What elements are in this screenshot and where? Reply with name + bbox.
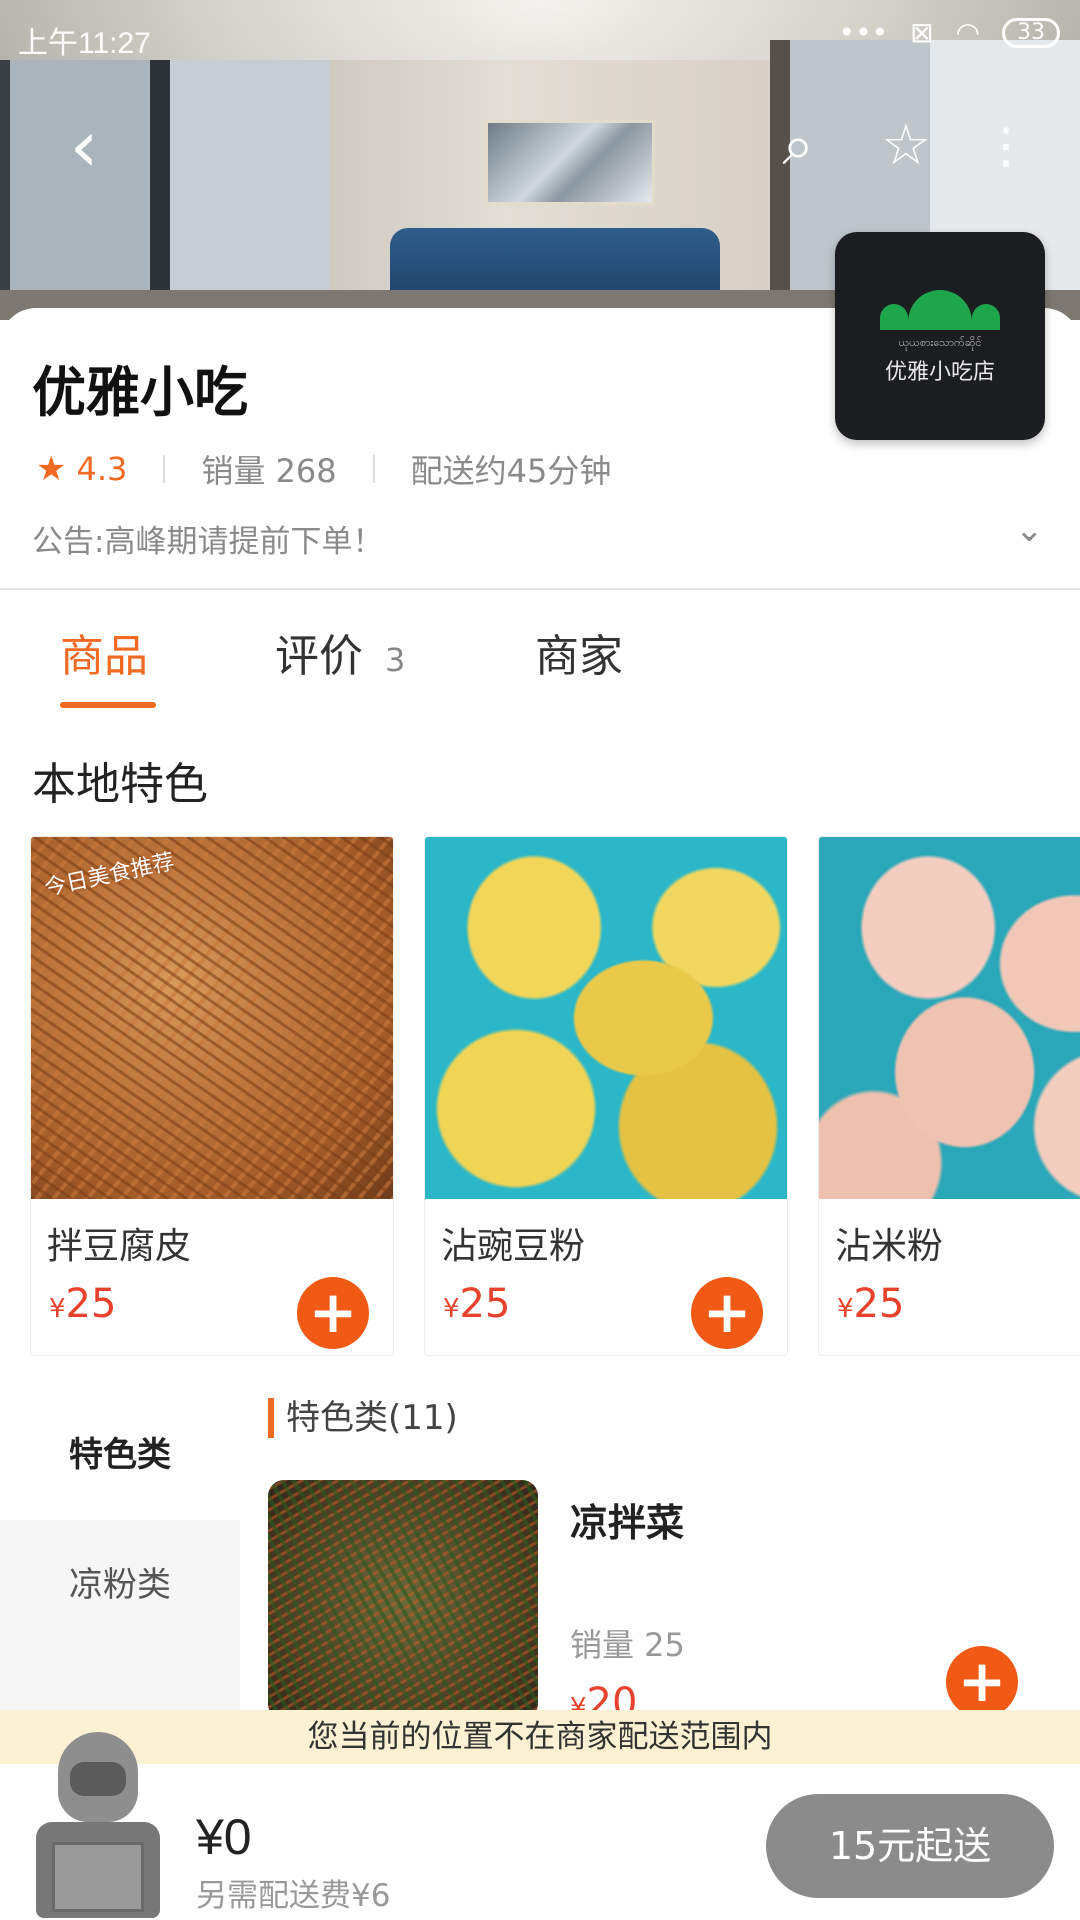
featured-section-title: 本地特色 <box>32 759 208 810</box>
shop-meta: ★ 4.3 销量 268 配送约45分钟 <box>36 446 611 492</box>
rating-star-icon: ★ <box>36 449 67 489</box>
featured-item-card[interactable]: 今日美食推荐 拌豆腐皮 ¥25 + <box>30 836 394 1356</box>
chevron-down-icon[interactable]: ⌄ <box>1015 510 1044 550</box>
add-to-cart-button[interactable]: + <box>691 1277 763 1349</box>
active-tab-indicator <box>60 702 156 708</box>
item-price: ¥25 <box>837 1281 905 1327</box>
tab-goods[interactable]: 商品 <box>60 620 148 684</box>
favorite-star-icon[interactable]: ☆ <box>868 108 944 184</box>
featured-item-card[interactable]: 沾豌豆粉 ¥25 + <box>424 836 788 1356</box>
item-name: 沾豌豆粉 <box>441 1226 586 1267</box>
shop-rating: 4.3 <box>76 450 128 488</box>
cart-total: ¥0 <box>196 1809 252 1865</box>
back-icon[interactable]: ‹ <box>46 108 122 184</box>
wifi-icon: ◠ <box>955 16 980 49</box>
food-image <box>425 837 787 1199</box>
item-name[interactable]: 凉拌菜 <box>570 1492 684 1547</box>
delivery-fee: 另需配送费¥6 <box>196 1878 391 1914</box>
sim-off-icon: ⊠ <box>910 16 934 49</box>
more-menu-icon[interactable]: ⋮ <box>968 108 1044 184</box>
divider <box>372 455 375 483</box>
category-item-featured[interactable]: 特色类 <box>0 1390 240 1520</box>
food-image <box>819 837 1080 1199</box>
status-time: 上午11:27 <box>18 27 151 60</box>
item-price: ¥25 <box>49 1281 117 1327</box>
featured-item-card[interactable]: 沾米粉 ¥25 <box>818 836 1080 1356</box>
add-to-cart-button[interactable]: + <box>946 1646 1018 1718</box>
item-name: 拌豆腐皮 <box>47 1226 192 1267</box>
battery-icon: 33 <box>1002 17 1060 48</box>
checkout-button[interactable]: 15元起送 <box>766 1794 1054 1898</box>
shop-notice[interactable]: 公告:高峰期请提前下单！ <box>32 516 383 561</box>
category-list-header: 特色类(11) <box>268 1398 458 1438</box>
category-item-jelly[interactable]: 凉粉类 <box>0 1520 240 1650</box>
shop-sales: 销量 268 <box>201 452 337 490</box>
shop-name: 优雅小吃 <box>32 361 248 424</box>
shop-logo: ယုယစားသောက်ဆိုင် 优雅小吃店 <box>835 232 1045 440</box>
shop-page: 上午11:27 ••• ⊠ ◠ 33 ‹ ⌕ ☆ ⋮ ယုယစားသောက်ဆိ… <box>0 0 1080 1920</box>
status-bar: 上午11:27 ••• ⊠ ◠ 33 <box>0 0 1080 70</box>
tab-merchant[interactable]: 商家 <box>535 620 623 684</box>
reviews-count: 3 <box>385 641 406 679</box>
item-sales: 销量 25 <box>570 1626 685 1664</box>
food-image[interactable] <box>268 1480 538 1720</box>
add-to-cart-button[interactable]: + <box>297 1277 369 1349</box>
search-icon[interactable]: ⌕ <box>760 108 836 184</box>
section-divider <box>0 588 1080 590</box>
delivery-time: 配送约45分钟 <box>410 452 612 490</box>
item-name: 沾米粉 <box>835 1226 944 1267</box>
divider <box>163 455 166 483</box>
tab-reviews[interactable]: 评价 3 <box>275 620 405 684</box>
cart-courier-icon[interactable] <box>22 1732 172 1920</box>
item-price: ¥25 <box>443 1281 511 1327</box>
more-dots-icon: ••• <box>838 16 889 49</box>
